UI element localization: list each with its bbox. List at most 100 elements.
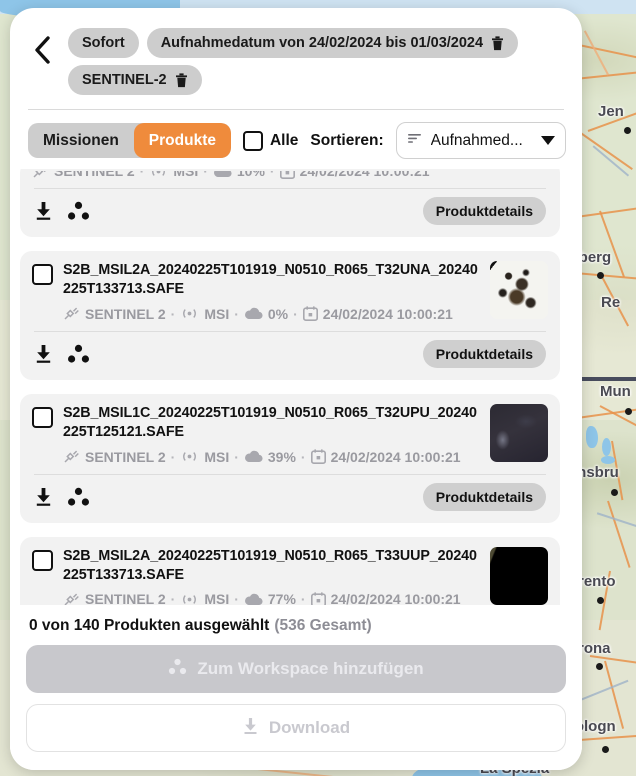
- product-title: S2B_MSIL2A_20240225T101919_N0510_R065_T3…: [63, 547, 477, 583]
- cloud-icon: [213, 171, 232, 178]
- search-results-panel: Sofort Aufnahmedatum von 24/02/2024 bis …: [10, 8, 582, 770]
- product-card[interactable]: S2B_MSIL2A_20240225T101919_N0510_R065_T3…: [20, 536, 560, 605]
- trash-icon[interactable]: [491, 35, 504, 51]
- select-all-label: Alle: [269, 131, 299, 149]
- sort-label: Sortieren:: [310, 131, 384, 149]
- segmented-control: Missionen Produkte: [28, 123, 231, 159]
- product-info: S2B_MSIL2A_20240225T101919_N0510_R065_T3…: [63, 547, 480, 605]
- product-info: SENTINEL 2 · MSI · 10% · 24/02/2024 10:00:21: [32, 171, 548, 179]
- product-sensor: MSI: [204, 591, 230, 605]
- product-sensor: MSI: [173, 171, 199, 180]
- product-card[interactable]: S2B_MSIL2A_20240225T101919_N0510_R065_T3…: [20, 251, 560, 380]
- product-card-actions: Produktdetails: [32, 475, 548, 519]
- product-card[interactable]: SENTINEL 2 · MSI · 10% · 24/02/2024 10:00:21 Pr…: [20, 169, 560, 238]
- product-card-top: S2B_MSIL2A_20240225T101919_N0510_R065_T3…: [32, 546, 548, 605]
- product-meta: SENTINEL 2 · MSI · 0% · 24/02/2024 10:00:21: [63, 306, 480, 322]
- download-label: Download: [268, 718, 351, 737]
- meta-separator: ·: [170, 305, 176, 322]
- panel-footer: 0 von 140 Produkten ausgewählt (536 Gesam…: [10, 605, 582, 770]
- meta-separator: ·: [234, 591, 239, 605]
- map-city-dot: [602, 746, 609, 753]
- product-sensor: MSI: [204, 448, 230, 465]
- tab-produkte[interactable]: Produkte: [133, 123, 231, 159]
- selection-summary: 0 von 140 Produkten ausgewählt (536 Gesam…: [29, 617, 566, 635]
- sort-dropdown[interactable]: Aufnahmed...: [395, 122, 566, 160]
- satellite-icon: [32, 171, 49, 179]
- select-all-control[interactable]: Alle: [242, 130, 299, 151]
- product-thumbnail[interactable]: [490, 546, 548, 605]
- product-mission: SENTINEL 2: [85, 305, 166, 322]
- map-label-verona: rona: [578, 640, 611, 657]
- product-date: 24/02/2024 10:00:21: [322, 305, 453, 322]
- map-city-dot: [597, 272, 604, 279]
- product-card[interactable]: S2B_MSIL1C_20240225T101919_N0510_R065_T3…: [20, 393, 560, 523]
- meta-separator: ·: [234, 305, 239, 322]
- product-details-button[interactable]: Produktdetails: [422, 339, 546, 368]
- back-button[interactable]: [26, 22, 60, 66]
- product-details-button[interactable]: Produktdetails: [422, 197, 546, 226]
- chip-label: Aufnahmedatum von 24/02/2024 bis 01/03/2…: [160, 35, 484, 51]
- filter-chip-sofort[interactable]: Sofort: [68, 28, 139, 59]
- product-cloud-cover: 10%: [236, 171, 265, 180]
- chip-label: SENTINEL-2: [82, 72, 167, 89]
- map-label-muenchen: Mun: [600, 383, 631, 400]
- download-icon[interactable]: [34, 344, 53, 364]
- sort-selected-value: Aufnahmed...: [430, 131, 523, 149]
- product-details-button[interactable]: Produktdetails: [422, 482, 546, 511]
- filter-chip-date-range[interactable]: Aufnahmedatum von 24/02/2024 bis 01/03/2…: [146, 28, 519, 59]
- download-icon: [242, 717, 259, 740]
- trash-icon[interactable]: [175, 73, 188, 88]
- calendar-icon: [310, 449, 326, 465]
- calendar-icon: [310, 592, 326, 605]
- product-meta: SENTINEL 2 · MSI · 39% · 24/02/2024 10:00:21: [63, 449, 480, 465]
- meta-separator: ·: [139, 171, 145, 180]
- add-to-workspace-label: Zum Workspace hinzufügen: [197, 659, 424, 678]
- product-card-actions: Produktdetails: [32, 332, 548, 376]
- map-city-dot: [597, 597, 604, 604]
- product-card-top: S2B_MSIL2A_20240225T101919_N0510_R065_T3…: [32, 261, 548, 322]
- map-label-trento: rento: [578, 573, 616, 590]
- download-icon[interactable]: [34, 201, 53, 221]
- cloud-icon: [244, 593, 263, 605]
- meta-separator: ·: [170, 591, 176, 605]
- map-city-dot: [596, 663, 603, 670]
- product-card-top-partial: SENTINEL 2 · MSI · 10% · 24/02/2024 10:00:21: [32, 171, 548, 179]
- chevron-down-icon[interactable]: [541, 132, 555, 150]
- map-label-regensburg: Re: [601, 294, 621, 311]
- workspace-dots-icon[interactable]: [67, 344, 90, 364]
- product-checkbox[interactable]: [32, 549, 53, 571]
- satellite-icon: [63, 592, 80, 605]
- tab-missionen[interactable]: Missionen: [28, 123, 134, 158]
- download-icon[interactable]: [34, 487, 53, 507]
- meta-separator: ·: [293, 305, 298, 322]
- product-title: S2B_MSIL2A_20240225T101919_N0510_R065_T3…: [63, 262, 478, 298]
- product-thumbnail[interactable]: [490, 403, 548, 462]
- workspace-dots-icon[interactable]: [67, 487, 90, 507]
- filter-chip-sentinel-2[interactable]: SENTINEL-2: [68, 65, 202, 96]
- satellite-icon: [63, 306, 80, 321]
- workspace-dots-icon[interactable]: [67, 201, 90, 221]
- workspace-dots-icon: [168, 658, 187, 680]
- results-toolbar: Missionen Produkte Alle Sortieren: Aufna…: [10, 110, 582, 169]
- map-city-dot: [625, 408, 632, 415]
- map-lake: [601, 456, 615, 464]
- product-thumbnail[interactable]: [490, 261, 548, 320]
- meta-separator: ·: [234, 448, 239, 465]
- download-button[interactable]: Download: [26, 704, 566, 752]
- sort-descending-icon: [407, 131, 424, 150]
- map-label-jena: Jen: [598, 103, 624, 120]
- selection-count-text: 0 von 140 Produkten ausgewählt: [29, 617, 270, 634]
- calendar-icon: [279, 171, 295, 179]
- product-info: S2B_MSIL2A_20240225T101919_N0510_R065_T3…: [63, 261, 480, 322]
- selection-total-text: (536 Gesamt): [274, 617, 372, 634]
- add-to-workspace-button[interactable]: Zum Workspace hinzufügen: [26, 645, 566, 693]
- product-mission: SENTINEL 2: [85, 591, 166, 605]
- product-checkbox[interactable]: [32, 406, 53, 428]
- product-list[interactable]: SENTINEL 2 · MSI · 10% · 24/02/2024 10:00:21 Pr…: [20, 169, 572, 605]
- product-card-actions: Produktdetails: [32, 189, 548, 233]
- sensor-icon: [149, 171, 168, 178]
- select-all-checkbox[interactable]: [242, 130, 263, 151]
- product-title: S2B_MSIL1C_20240225T101919_N0510_R065_T3…: [63, 404, 477, 440]
- product-checkbox[interactable]: [32, 264, 53, 286]
- sensor-icon: [180, 593, 199, 605]
